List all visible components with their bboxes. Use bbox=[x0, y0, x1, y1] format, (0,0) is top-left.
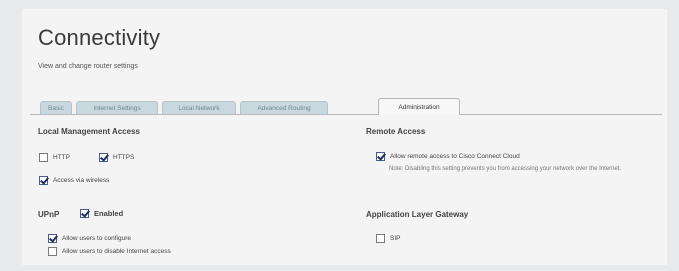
http-checkbox[interactable] bbox=[39, 153, 48, 162]
https-checkbox[interactable] bbox=[99, 153, 108, 162]
tab-local-network[interactable]: Local Network bbox=[162, 101, 236, 114]
local-management-heading: Local Management Access bbox=[38, 127, 140, 136]
https-label: HTTPS bbox=[113, 154, 135, 161]
cloud-access-option: Allow remote access to Cisco Connect Clo… bbox=[376, 152, 520, 161]
https-option: HTTPS bbox=[99, 153, 134, 162]
wireless-access-label: Access via wireless bbox=[53, 177, 110, 184]
upnp-configure-checkbox[interactable] bbox=[48, 234, 57, 243]
http-option: HTTP bbox=[39, 153, 70, 162]
upnp-configure-label: Allow users to configure bbox=[62, 235, 132, 242]
upnp-enabled-option: Enabled bbox=[80, 209, 123, 218]
upnp-heading: UPnP bbox=[38, 210, 60, 219]
page-subtitle: View and change router settings bbox=[38, 63, 138, 70]
remote-access-note: Note: Disabling this setting prevents yo… bbox=[389, 166, 622, 172]
wireless-access-option: Access via wireless bbox=[39, 176, 109, 185]
upnp-configure-option: Allow users to configure bbox=[48, 234, 131, 243]
settings-panel: Connectivity View and change router sett… bbox=[22, 9, 667, 265]
upnp-enabled-label: Enabled bbox=[94, 209, 124, 218]
alg-heading: Application Layer Gateway bbox=[366, 210, 469, 219]
sip-label: SIP bbox=[390, 235, 401, 242]
wireless-access-checkbox[interactable] bbox=[39, 176, 48, 185]
tab-advanced-routing[interactable]: Advanced Routing bbox=[240, 101, 328, 114]
cloud-access-checkbox[interactable] bbox=[376, 152, 385, 161]
remote-access-heading: Remote Access bbox=[366, 127, 426, 136]
cloud-access-label: Allow remote access to Cisco Connect Clo… bbox=[390, 153, 520, 160]
tab-internet-settings[interactable]: Internet Settings bbox=[76, 101, 158, 114]
upnp-disable-internet-label: Allow users to disable Internet access bbox=[62, 248, 171, 255]
page-title: Connectivity bbox=[38, 25, 161, 50]
upnp-disable-internet-option: Allow users to disable Internet access bbox=[48, 247, 171, 256]
http-label: HTTP bbox=[53, 154, 70, 161]
tab-bar: Basic Internet Settings Local Network Ad… bbox=[30, 98, 662, 115]
upnp-enabled-checkbox[interactable] bbox=[80, 209, 89, 218]
tab-administration[interactable]: Administration bbox=[378, 98, 460, 115]
tab-basic[interactable]: Basic bbox=[40, 101, 72, 114]
sip-checkbox[interactable] bbox=[376, 234, 385, 243]
upnp-disable-internet-checkbox[interactable] bbox=[48, 247, 57, 256]
sip-option: SIP bbox=[376, 234, 400, 243]
